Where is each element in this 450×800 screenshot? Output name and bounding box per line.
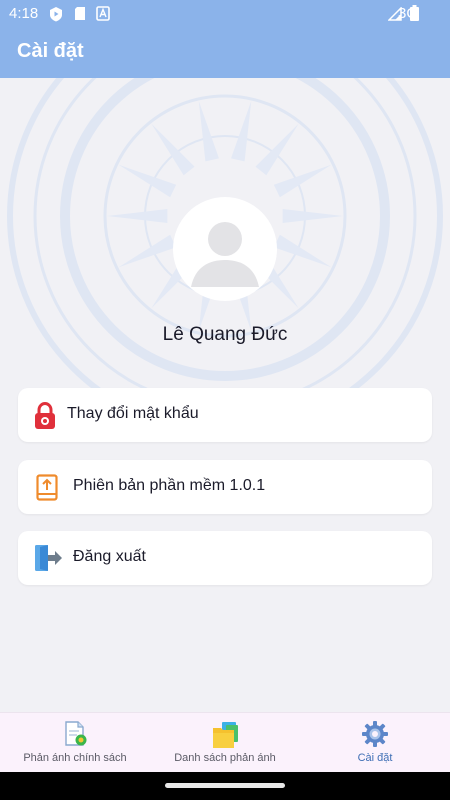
software-version-label: Phiên bản phần mềm 1.0.1 xyxy=(73,477,266,494)
play-protect-icon xyxy=(50,7,62,22)
drum-star-ray xyxy=(273,234,332,268)
app-bar: 4:18 3G Cài đặt xyxy=(0,0,450,78)
logout-label: Đăng xuất xyxy=(73,548,146,565)
nav-policy-feedback[interactable]: Phản ánh chính sách xyxy=(0,713,150,772)
drum-star-ray xyxy=(198,100,219,162)
drum-star-ray xyxy=(231,100,252,162)
upload-book-icon xyxy=(36,474,58,501)
user-placeholder-icon xyxy=(191,222,259,287)
logout-icon xyxy=(35,545,62,571)
bottom-navigation: Phản ánh chính sách Danh sách phản ánh C… xyxy=(0,712,450,772)
drum-star-ray xyxy=(273,164,332,198)
status-time: 4:18 xyxy=(9,5,39,22)
status-bar: 4:18 3G xyxy=(0,0,450,28)
drum-star-ray xyxy=(118,234,177,268)
nav-settings[interactable]: Cài đặt xyxy=(300,713,450,772)
system-navigation-bar xyxy=(0,772,450,800)
drum-star-ray xyxy=(282,209,343,223)
nav-feedback-list-label: Danh sách phản ánh xyxy=(174,752,276,764)
drum-star-ray xyxy=(107,209,168,223)
drum-star-ray xyxy=(118,164,177,198)
logout-item[interactable]: Đăng xuất xyxy=(18,531,432,585)
avatar[interactable] xyxy=(173,197,277,301)
nav-settings-label: Cài đặt xyxy=(357,752,393,764)
folder-list-icon xyxy=(213,722,238,748)
keyboard-a-icon xyxy=(96,6,110,21)
document-check-icon xyxy=(65,721,87,746)
home-gesture-handle[interactable] xyxy=(165,783,285,788)
settings-screen: 4:18 3G Cài đặt Lê Quang Đức Thay đổi mậ… xyxy=(0,0,450,772)
nav-policy-feedback-label: Phản ánh chính sách xyxy=(23,752,127,764)
change-password-label: Thay đổi mật khẩu xyxy=(67,405,199,422)
gear-icon xyxy=(362,721,388,747)
profile-name: Lê Quang Đức xyxy=(162,324,288,345)
lock-icon xyxy=(35,402,55,429)
sd-card-icon xyxy=(75,7,85,20)
signal-icon xyxy=(388,7,402,21)
drum-star-ray xyxy=(255,123,299,176)
software-version-item[interactable]: Phiên bản phần mềm 1.0.1 xyxy=(18,460,432,514)
page-title: Cài đặt xyxy=(17,40,84,62)
nav-feedback-list[interactable]: Danh sách phản ánh xyxy=(150,713,300,772)
change-password-item[interactable]: Thay đổi mật khẩu xyxy=(18,388,432,442)
battery-icon xyxy=(410,5,419,21)
drum-star-ray xyxy=(151,123,195,176)
